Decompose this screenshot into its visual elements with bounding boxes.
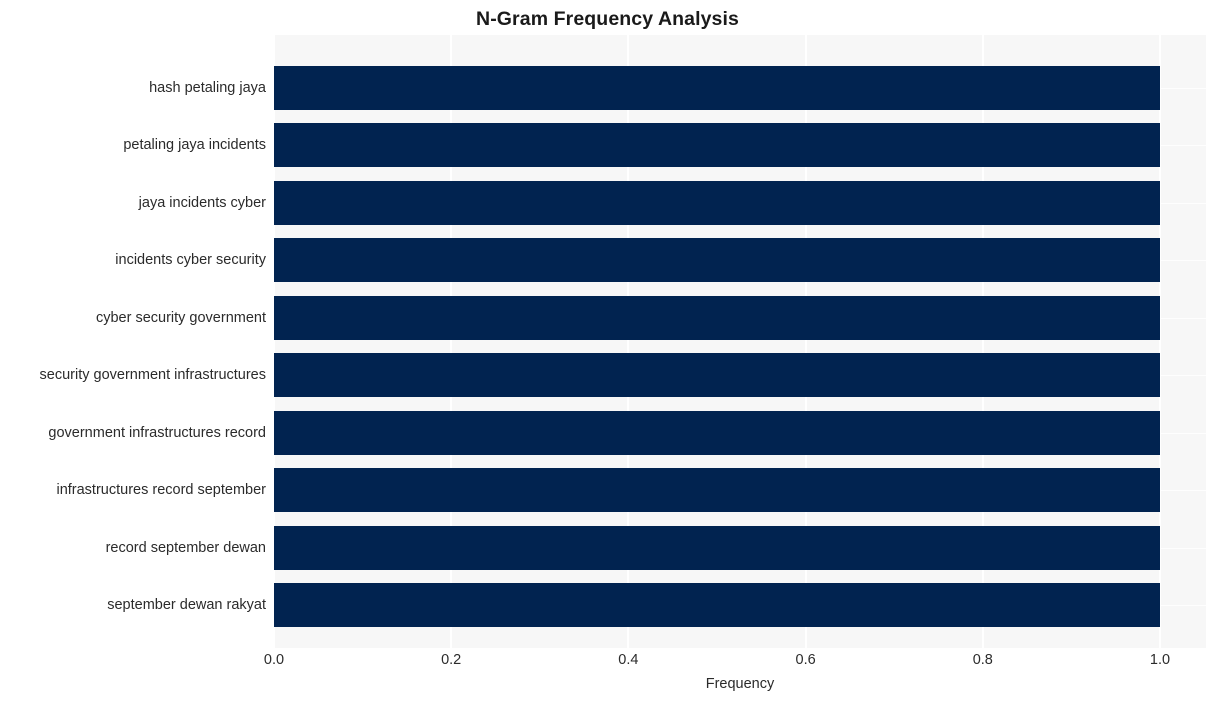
- x-axis-tick-label: 0.8: [972, 652, 993, 668]
- x-axis-tick-label: 0.4: [618, 652, 639, 668]
- y-axis-tick-label: cyber security government: [95, 309, 266, 326]
- bar[interactable]: [274, 65, 1160, 110]
- y-axis-tick-label: hash petaling jaya: [149, 79, 266, 96]
- bar[interactable]: [274, 410, 1160, 455]
- bar[interactable]: [274, 525, 1160, 570]
- plot-area: [274, 35, 1206, 648]
- chart-title: N-Gram Frequency Analysis: [476, 8, 739, 30]
- x-axis-tick-label: 1.0: [1149, 652, 1171, 668]
- y-axis-tick-label: security government infrastructures: [39, 367, 266, 383]
- bar[interactable]: [274, 295, 1160, 340]
- y-axis-tick-label: infrastructures record september: [56, 482, 266, 498]
- x-axis-tick-label: 0.0: [263, 652, 285, 668]
- y-axis-tick-label: jaya incidents cyber: [138, 194, 266, 211]
- y-axis-tick-label: incidents cyber security: [115, 252, 266, 268]
- y-axis-tick-label: government infrastructures record: [48, 424, 266, 441]
- chart-figure: N-Gram Frequency Analysis hash petaling …: [0, 0, 1215, 701]
- bar[interactable]: [274, 353, 1160, 397]
- y-axis-tick-label: september dewan rakyat: [107, 597, 266, 613]
- bar[interactable]: [274, 180, 1160, 225]
- bar[interactable]: [274, 468, 1160, 512]
- bar[interactable]: [274, 123, 1160, 167]
- y-axis-tick-label: petaling jaya incidents: [123, 137, 266, 153]
- y-axis-tick-label: record september dewan: [105, 539, 266, 556]
- x-axis-label: Frequency: [705, 676, 775, 692]
- bar[interactable]: [274, 238, 1160, 282]
- bar[interactable]: [274, 583, 1160, 627]
- x-axis-tick-label: 0.2: [441, 652, 462, 668]
- x-axis-tick-label: 0.6: [795, 652, 816, 668]
